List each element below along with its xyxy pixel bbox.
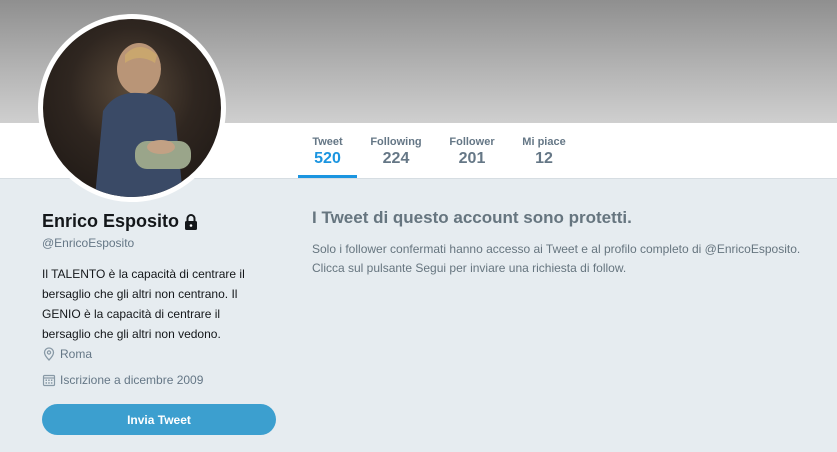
avatar[interactable] [38,14,226,202]
stat-following[interactable]: Following 224 [366,123,426,178]
avatar-person-silhouette [95,43,191,197]
location-pin-icon [43,347,55,361]
lock-icon [185,213,198,230]
stat-value: 520 [314,150,341,167]
stat-label: Follower [449,136,495,148]
avatar-photo [43,19,221,197]
profile-handle[interactable]: @EnricoEsposito [42,236,134,250]
profile-name: Enrico Esposito [42,211,198,232]
protected-description: Solo i follower confermati hanno accesso… [312,242,801,275]
profile-location: Roma [42,347,92,361]
stat-label: Tweet [312,136,343,148]
profile-joined: Iscrizione a dicembre 2009 [42,373,203,387]
stat-value: 224 [382,150,410,167]
send-tweet-button[interactable]: Invia Tweet [42,404,276,435]
stat-likes[interactable]: Mi piace 12 [518,123,570,178]
stat-label: Mi piace [522,136,566,148]
stat-value: 12 [535,150,553,167]
stat-followers[interactable]: Follower 201 [444,123,500,178]
calendar-icon [42,374,56,387]
stat-tweets[interactable]: Tweet 520 [298,123,357,178]
profile-name-text: Enrico Esposito [42,211,180,231]
location-text: Roma [60,347,93,361]
stat-value: 201 [458,150,486,167]
protected-title: I Tweet di questo account sono protetti. [312,208,632,227]
joined-text: Iscrizione a dicembre 2009 [60,373,204,387]
stat-label: Following [370,136,422,148]
profile-bio: Il TALENTO è la capacità di centrare il … [42,267,245,341]
